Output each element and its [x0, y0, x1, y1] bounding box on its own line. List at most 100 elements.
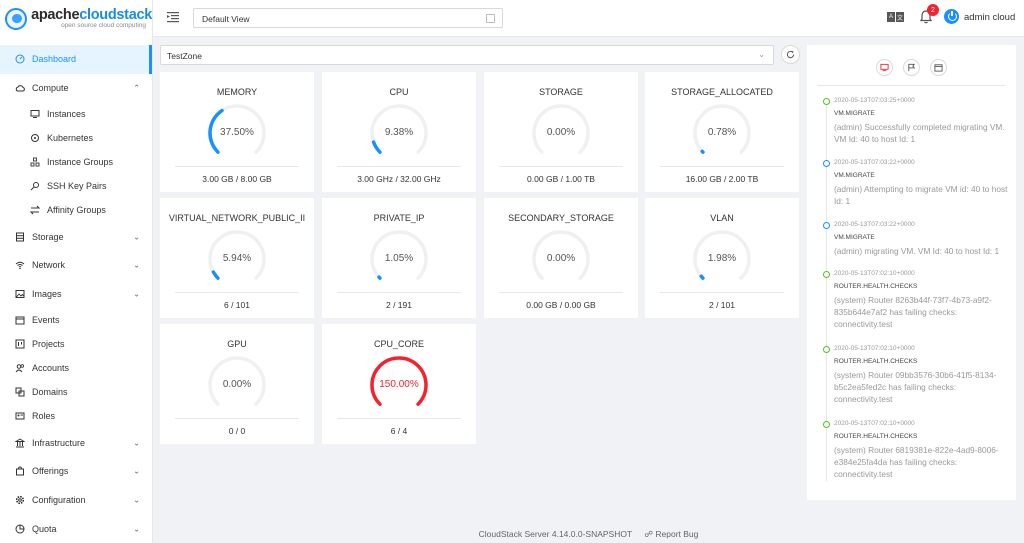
event-item: 2020-05-13T07:03:25+0000 VM.MIGRATE (admin… [823, 96, 1010, 145]
card-divider [499, 166, 623, 167]
pie-chart-icon [15, 524, 25, 534]
user-avatar[interactable] [944, 9, 959, 24]
event-description: (system) Router 6819381e-822e-4ad9-8006-… [834, 445, 999, 479]
event-status-dot [823, 222, 830, 229]
logo[interactable]: apachecloudstack open source cloud compu… [0, 0, 152, 37]
chevron-down-icon: ⌄ [133, 260, 140, 270]
event-status-dot [823, 160, 830, 167]
sidebar-item-events[interactable]: Events [0, 308, 152, 332]
sidebar-item-configuration[interactable]: Configuration ⌄ [0, 486, 152, 515]
sidebar-item-infrastructure[interactable]: Infrastructure ⌄ [0, 428, 152, 457]
database-icon [15, 232, 25, 242]
tab-desktop[interactable] [876, 59, 893, 76]
capacity-card-gpu: GPU 0.00% 0 / 0 [160, 324, 314, 444]
event-timestamp: 2020-05-13T07:03:22+0000 [834, 159, 915, 166]
card-divider [175, 292, 299, 293]
key-icon [30, 181, 40, 191]
sidebar-item-label: Quota [32, 523, 57, 534]
card-title: VIRTUAL_NETWORK_PUBLIC_II [168, 213, 306, 223]
sidebar-item-accounts[interactable]: Accounts [0, 356, 152, 380]
view-select[interactable]: Default View [193, 8, 503, 28]
card-percent: 0.78% [707, 127, 737, 138]
events-divider [817, 85, 1006, 86]
team-icon [15, 363, 25, 373]
sidebar-item-ssh-key-pairs[interactable]: SSH Key Pairs [0, 174, 152, 198]
sidebar-item-label: Projects [32, 339, 65, 350]
sidebar-item-offerings[interactable]: Offerings ⌄ [0, 457, 152, 486]
card-detail: 0 / 0 [228, 426, 246, 436]
block-icon [15, 387, 25, 397]
event-type: VM.MIGRATE [834, 172, 875, 179]
event-item: 2020-05-13T07:02:10+0000 ROUTER.HEALTH.CH… [823, 419, 1010, 480]
sidebar-item-network[interactable]: Network ⌄ [0, 251, 152, 280]
card-percent: 0.00% [546, 127, 576, 138]
report-bug-link[interactable]: ☍ Report Bug [644, 529, 698, 539]
capacity-card-memory: MEMORY 37.50% 3.00 GB / 8.00 GB [160, 72, 314, 192]
event-item: 2020-05-13T07:02:10+0000 ROUTER.HEALTH.CH… [823, 344, 1010, 405]
tab-schedule[interactable] [930, 59, 947, 76]
chevron-down-icon: ⌄ [133, 438, 140, 448]
event-status-dot [823, 98, 830, 105]
sidebar-item-projects[interactable]: Projects [0, 332, 152, 356]
calendar-icon [486, 14, 495, 23]
user-name[interactable]: admin cloud [964, 12, 1015, 23]
desktop-icon [880, 63, 889, 72]
card-divider [499, 292, 623, 293]
chevron-down-icon: ⌄ [133, 232, 140, 242]
sidebar-item-affinity-groups[interactable]: Affinity Groups [0, 198, 152, 222]
card-title: MEMORY [216, 87, 258, 97]
sidebar-item-label: Network [32, 260, 66, 271]
cloudstack-logo-icon [5, 7, 28, 30]
wifi-icon [15, 260, 25, 270]
sidebar-item-label: Accounts [32, 363, 70, 374]
tab-flag[interactable] [903, 59, 920, 76]
card-title: SECONDARY_STORAGE [508, 213, 614, 223]
zone-select[interactable]: TestZone ⌄ [160, 45, 774, 65]
capacity-card-storage-allocated: STORAGE_ALLOCATED 0.78% 16.00 GB / 2.00 TB [645, 72, 799, 192]
events-tabs [807, 59, 1016, 76]
sidebar-item-images[interactable]: Images ⌄ [0, 280, 152, 309]
event-timestamp: 2020-05-13T07:02:10+0000 [834, 270, 915, 277]
event-description: (admin) migrating VM. VM Id: 40 to host … [834, 246, 1000, 256]
card-percent: 37.50% [220, 127, 254, 138]
chevron-up-icon: ⌃ [133, 83, 140, 93]
gauge-fill [371, 140, 382, 154]
language-icon[interactable]: A 文 [887, 12, 905, 22]
card-percent: 1.98% [707, 253, 737, 264]
menu-fold-icon[interactable] [167, 11, 179, 23]
card-divider [175, 166, 299, 167]
capacity-card-cpu-core: CPU_CORE 150.00% 6 / 4 [322, 324, 476, 444]
refresh-button[interactable] [781, 45, 800, 64]
gauge-fill [699, 274, 705, 280]
sidebar-item-dashboard[interactable]: Dashboard [0, 45, 152, 74]
event-item: 2020-05-13T07:02:10+0000 ROUTER.HEALTH.CH… [823, 269, 1010, 330]
card-percent: 9.38% [384, 127, 414, 138]
event-timestamp: 2020-05-13T07:02:10+0000 [834, 345, 915, 352]
cloud-icon [15, 83, 25, 93]
setting-icon [15, 495, 25, 505]
event-description: (system) Router 09bb3576-30b6-41f5-8134-… [834, 370, 997, 404]
sidebar-item-compute[interactable]: Compute ⌃ [0, 74, 152, 103]
dashboard-icon [15, 54, 25, 64]
picture-icon [15, 289, 25, 299]
sidebar-item-storage[interactable]: Storage ⌄ [0, 222, 152, 251]
sidebar-item-instances[interactable]: Instances [0, 102, 152, 126]
sidebar-item-kubernetes[interactable]: Kubernetes [0, 126, 152, 150]
language-icon-b: 文 [896, 12, 904, 22]
capacity-card-cpu: CPU 9.38% 3.00 GHz / 32.00 GHz [322, 72, 476, 192]
sidebar-item-quota[interactable]: Quota ⌄ [0, 515, 152, 543]
event-status-dot [823, 346, 830, 353]
card-detail: 16.00 GB / 2.00 TB [685, 174, 759, 184]
card-detail: 0.00 GB / 0.00 GB [526, 300, 596, 310]
sidebar-item-roles[interactable]: Roles [0, 404, 152, 428]
schedule-icon [934, 64, 943, 72]
project-icon [15, 339, 25, 349]
sidebar-item-domains[interactable]: Domains [0, 380, 152, 404]
sidebar-item-instance-groups[interactable]: Instance Groups [0, 150, 152, 174]
gauge-fill [211, 270, 220, 280]
event-type: ROUTER.HEALTH.CHECKS [834, 283, 918, 290]
sidebar-item-label: Instances [47, 109, 86, 120]
card-title: STORAGE_ALLOCATED [671, 87, 773, 97]
logo-brand-b: cloudstack [79, 6, 152, 23]
card-divider [660, 292, 784, 293]
